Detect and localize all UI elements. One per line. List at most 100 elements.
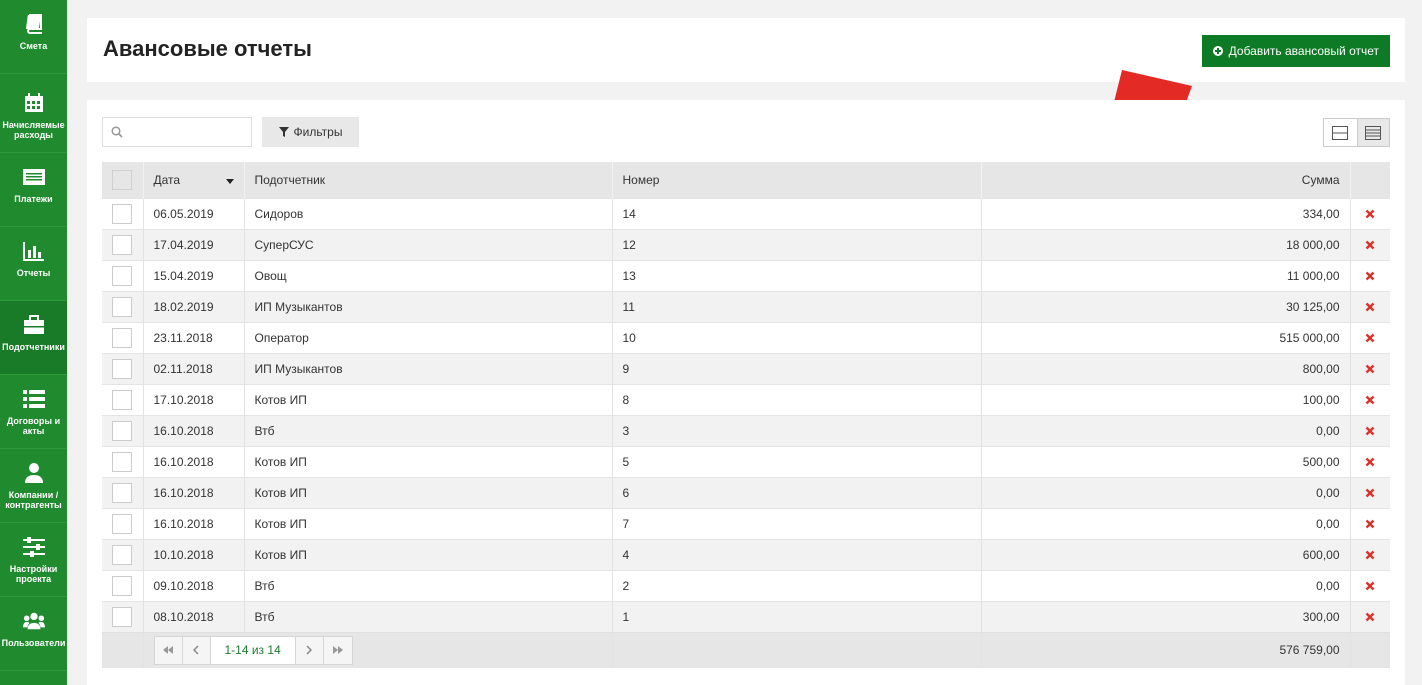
delete-icon[interactable] [1365,302,1375,312]
row-checkbox[interactable] [112,358,133,379]
row-checkbox[interactable] [112,482,133,503]
sidebar-item-contracts[interactable]: Договоры и акты [0,375,67,449]
row-person: ИП Музыкантов [243,290,612,322]
row-checkbox[interactable] [112,327,133,348]
sidebar-item-companies[interactable]: Компании / контрагенты [0,449,67,523]
row-sum: 600,00 [980,538,1350,570]
table-row[interactable]: 10.10.2018 Котов ИП 4 600,00 [102,538,1390,570]
table-row[interactable]: 02.11.2018 ИП Музыкантов 9 800,00 [102,352,1390,384]
row-checkbox[interactable] [112,606,133,627]
delete-icon[interactable] [1365,426,1375,436]
row-date: 23.11.2018 [142,321,244,353]
list-icon [22,388,45,410]
row-sum: 300,00 [980,600,1350,632]
sidebar-item-project-settings[interactable]: Настройки проекта [0,523,67,597]
row-checkbox[interactable] [112,575,133,596]
row-date: 02.11.2018 [142,352,244,384]
sidebar-item-estimate[interactable]: Смета [0,0,67,74]
add-advance-report-button[interactable]: Добавить авансовый отчет [1201,35,1390,67]
row-checkbox[interactable] [112,544,133,565]
select-all-checkbox[interactable] [112,169,133,190]
row-checkbox[interactable] [112,234,133,255]
column-header-sum[interactable]: Сумма [980,162,1350,198]
payments-icon [22,166,45,188]
table-row[interactable]: 18.02.2019 ИП Музыкантов 11 30 125,00 [102,290,1390,322]
view-list-button[interactable] [1356,119,1389,146]
row-number: 8 [611,383,981,415]
row-delete-cell [1349,228,1390,260]
delete-icon[interactable] [1365,209,1375,219]
delete-icon[interactable] [1365,271,1375,281]
table-row[interactable]: 16.10.2018 Втб 3 0,00 [102,414,1390,446]
prev-page-button[interactable] [183,636,211,664]
sidebar-item-payments[interactable]: Платежи [0,153,67,227]
row-checkbox[interactable] [112,203,133,224]
table-row[interactable]: 08.10.2018 Втб 1 300,00 [102,600,1390,632]
sidebar-item-accrued-expenses[interactable]: Начисляемые расходы [0,79,67,153]
delete-icon[interactable] [1365,581,1375,591]
table-row[interactable]: 23.11.2018 Оператор 10 515 000,00 [102,321,1390,353]
table-row[interactable]: 16.10.2018 Котов ИП 7 0,00 [102,507,1390,539]
footer-total: 576 759,00 [980,631,1350,668]
reports-panel: Фильтры Дата Подотчетник Номер Сумма 06.… [87,100,1405,685]
row-person: Втб [243,600,612,632]
table-row[interactable]: 16.10.2018 Котов ИП 5 500,00 [102,445,1390,477]
row-select-cell [102,352,143,384]
footer-actions-cell [1349,631,1390,668]
delete-icon[interactable] [1365,550,1375,560]
table-row[interactable]: 09.10.2018 Втб 2 0,00 [102,569,1390,601]
table-row[interactable]: 06.05.2019 Сидоров 14 334,00 [102,197,1390,229]
row-person: Котов ИП [243,538,612,570]
next-page-button[interactable] [296,636,324,664]
pagination-cell: 1-14 из 14 [142,631,612,668]
row-person: СуперСУС [243,228,612,260]
table-row[interactable]: 17.10.2018 Котов ИП 8 100,00 [102,383,1390,415]
sidebar-item-reports[interactable]: Отчеты [0,227,67,301]
row-checkbox[interactable] [112,389,133,410]
row-delete-cell [1349,383,1390,415]
row-checkbox[interactable] [112,420,133,441]
first-page-button[interactable] [155,636,183,664]
last-page-button[interactable] [324,637,352,664]
row-date: 16.10.2018 [142,445,244,477]
sidebar-item-label: Смета [19,41,48,51]
row-select-cell [102,600,143,632]
column-header-date[interactable]: Дата [142,162,244,198]
row-number: 12 [611,228,981,260]
row-date: 15.04.2019 [142,259,244,291]
row-delete-cell [1349,445,1390,477]
book-icon [23,13,45,35]
row-checkbox[interactable] [112,451,133,472]
row-checkbox[interactable] [112,513,133,534]
table-row[interactable]: 15.04.2019 Овощ 13 11 000,00 [102,259,1390,291]
column-header-actions [1349,162,1390,198]
row-date: 10.10.2018 [142,538,244,570]
delete-icon[interactable] [1365,364,1375,374]
column-header-number[interactable]: Номер [611,162,981,198]
filters-button[interactable]: Фильтры [262,117,359,147]
column-header-person[interactable]: Подотчетник [243,162,612,198]
row-select-cell [102,414,143,446]
delete-icon[interactable] [1365,333,1375,343]
row-delete-cell [1349,197,1390,229]
row-checkbox[interactable] [112,296,133,317]
search-input[interactable] [127,122,247,142]
delete-icon[interactable] [1365,488,1375,498]
view-split-button[interactable] [1324,119,1357,146]
delete-icon[interactable] [1365,457,1375,467]
sidebar-item-accountable-persons[interactable]: Подотчетники [0,301,67,375]
row-number: 4 [611,538,981,570]
delete-icon[interactable] [1365,612,1375,622]
table-row[interactable]: 17.04.2019 СуперСУС 12 18 000,00 [102,228,1390,260]
delete-icon[interactable] [1365,395,1375,405]
table-row[interactable]: 16.10.2018 Котов ИП 6 0,00 [102,476,1390,508]
sidebar-item-users[interactable]: Пользователи [0,597,67,671]
row-date: 17.04.2019 [142,228,244,260]
row-delete-cell [1349,259,1390,291]
plus-circle-icon [1212,46,1223,56]
delete-icon[interactable] [1365,519,1375,529]
delete-icon[interactable] [1365,240,1375,250]
row-person: Втб [243,414,612,446]
row-sum: 11 000,00 [980,259,1350,291]
row-checkbox[interactable] [112,265,133,286]
